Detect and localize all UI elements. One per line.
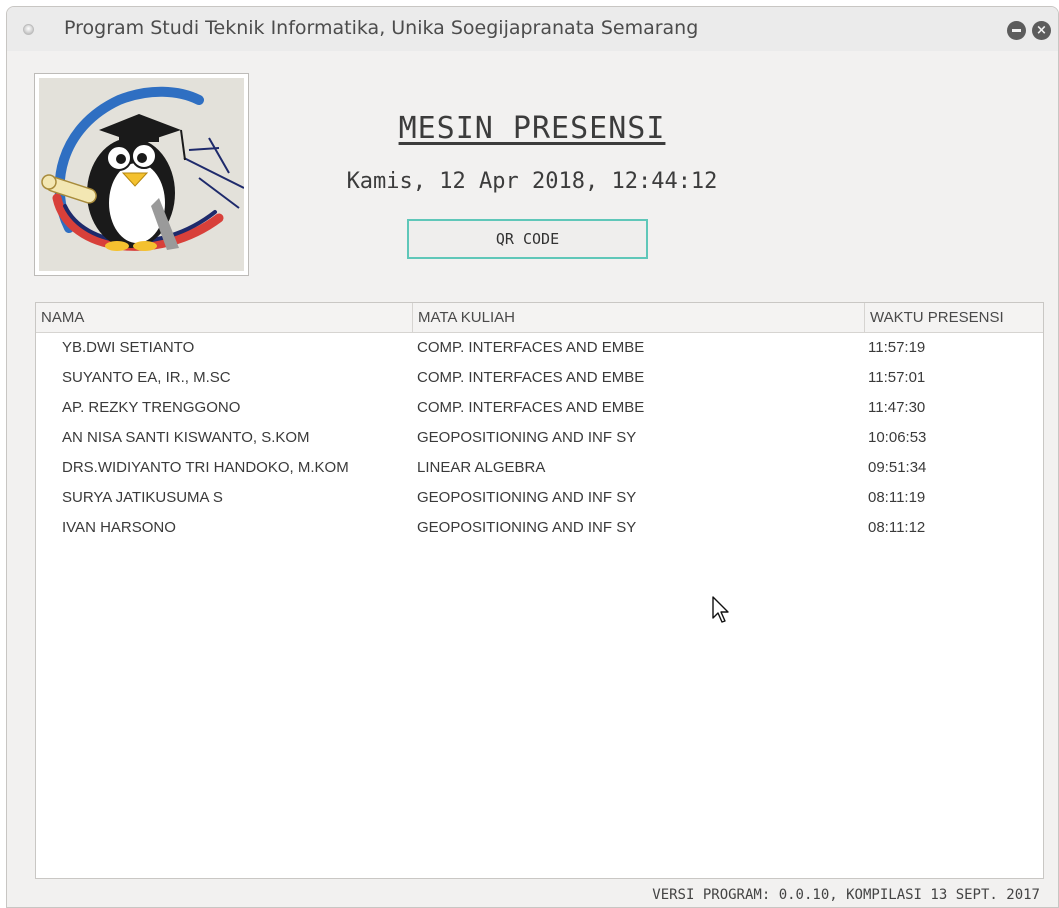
minimize-button[interactable] [1007, 21, 1026, 40]
cell-waktu: 08:11:19 [868, 489, 926, 506]
version-footer: VERSI PROGRAM: 0.0.10, KOMPILASI 13 SEPT… [652, 887, 1040, 903]
column-header-nama[interactable]: NAMA [36, 303, 413, 332]
cell-mata-kuliah: COMP. INTERFACES AND EMBE [417, 339, 645, 356]
cell-waktu: 11:57:19 [868, 339, 926, 356]
page-title: MESIN PRESENSI [398, 111, 666, 146]
cell-mata-kuliah: LINEAR ALGEBRA [417, 459, 546, 476]
cell-mata-kuliah: GEOPOSITIONING AND INF SY [417, 489, 637, 506]
penguin-graduate-logo-icon [39, 78, 244, 271]
cell-waktu: 11:57:01 [868, 369, 926, 386]
table-row[interactable]: SURYA JATIKUSUMA S GEOPOSITIONING AND IN… [36, 483, 1043, 513]
mouse-cursor-icon [712, 596, 729, 623]
window-title: Program Studi Teknik Informatika, Unika … [64, 17, 699, 39]
cell-nama: DRS.WIDIYANTO TRI HANDOKO, M.KOM [62, 459, 349, 476]
qr-code-button[interactable]: QR CODE [407, 219, 648, 259]
window-menu-icon[interactable] [23, 24, 34, 35]
column-header-mata-kuliah[interactable]: MATA KULIAH [413, 303, 865, 332]
attendance-table[interactable]: NAMA MATA KULIAH WAKTU PRESENSI YB.DWI S… [35, 302, 1044, 879]
cell-mata-kuliah: COMP. INTERFACES AND EMBE [417, 399, 645, 416]
cell-nama: AN NISA SANTI KISWANTO, S.KOM [62, 429, 310, 446]
cell-mata-kuliah: COMP. INTERFACES AND EMBE [417, 369, 645, 386]
datetime-display: Kamis, 12 Apr 2018, 12:44:12 [346, 169, 718, 194]
cell-nama: IVAN HARSONO [62, 519, 176, 536]
table-row[interactable]: DRS.WIDIYANTO TRI HANDOKO, M.KOM LINEAR … [36, 453, 1043, 483]
table-row[interactable]: IVAN HARSONO GEOPOSITIONING AND INF SY 0… [36, 513, 1043, 543]
table-row[interactable]: AN NISA SANTI KISWANTO, S.KOM GEOPOSITIO… [36, 423, 1043, 453]
cell-nama: SURYA JATIKUSUMA S [62, 489, 223, 506]
app-window: Program Studi Teknik Informatika, Unika … [6, 6, 1059, 908]
table-header: NAMA MATA KULIAH WAKTU PRESENSI [36, 303, 1043, 333]
cell-waktu: 10:06:53 [868, 429, 927, 446]
cell-mata-kuliah: GEOPOSITIONING AND INF SY [417, 429, 637, 446]
cell-waktu: 08:11:12 [868, 519, 926, 536]
table-row[interactable]: YB.DWI SETIANTO COMP. INTERFACES AND EMB… [36, 333, 1043, 363]
close-button[interactable]: × [1032, 21, 1051, 40]
table-row[interactable]: AP. REZKY TRENGGONO COMP. INTERFACES AND… [36, 393, 1043, 423]
cell-nama: SUYANTO EA, IR., M.SC [62, 369, 231, 386]
table-row[interactable]: SUYANTO EA, IR., M.SC COMP. INTERFACES A… [36, 363, 1043, 393]
logo [34, 73, 249, 276]
cell-mata-kuliah: GEOPOSITIONING AND INF SY [417, 519, 637, 536]
cell-waktu: 09:51:34 [868, 459, 927, 476]
cell-nama: YB.DWI SETIANTO [62, 339, 195, 356]
column-header-waktu-presensi[interactable]: WAKTU PRESENSI [865, 303, 1043, 332]
cell-nama: AP. REZKY TRENGGONO [62, 399, 241, 416]
title-bar[interactable]: Program Studi Teknik Informatika, Unika … [7, 7, 1058, 51]
cell-waktu: 11:47:30 [868, 399, 926, 416]
